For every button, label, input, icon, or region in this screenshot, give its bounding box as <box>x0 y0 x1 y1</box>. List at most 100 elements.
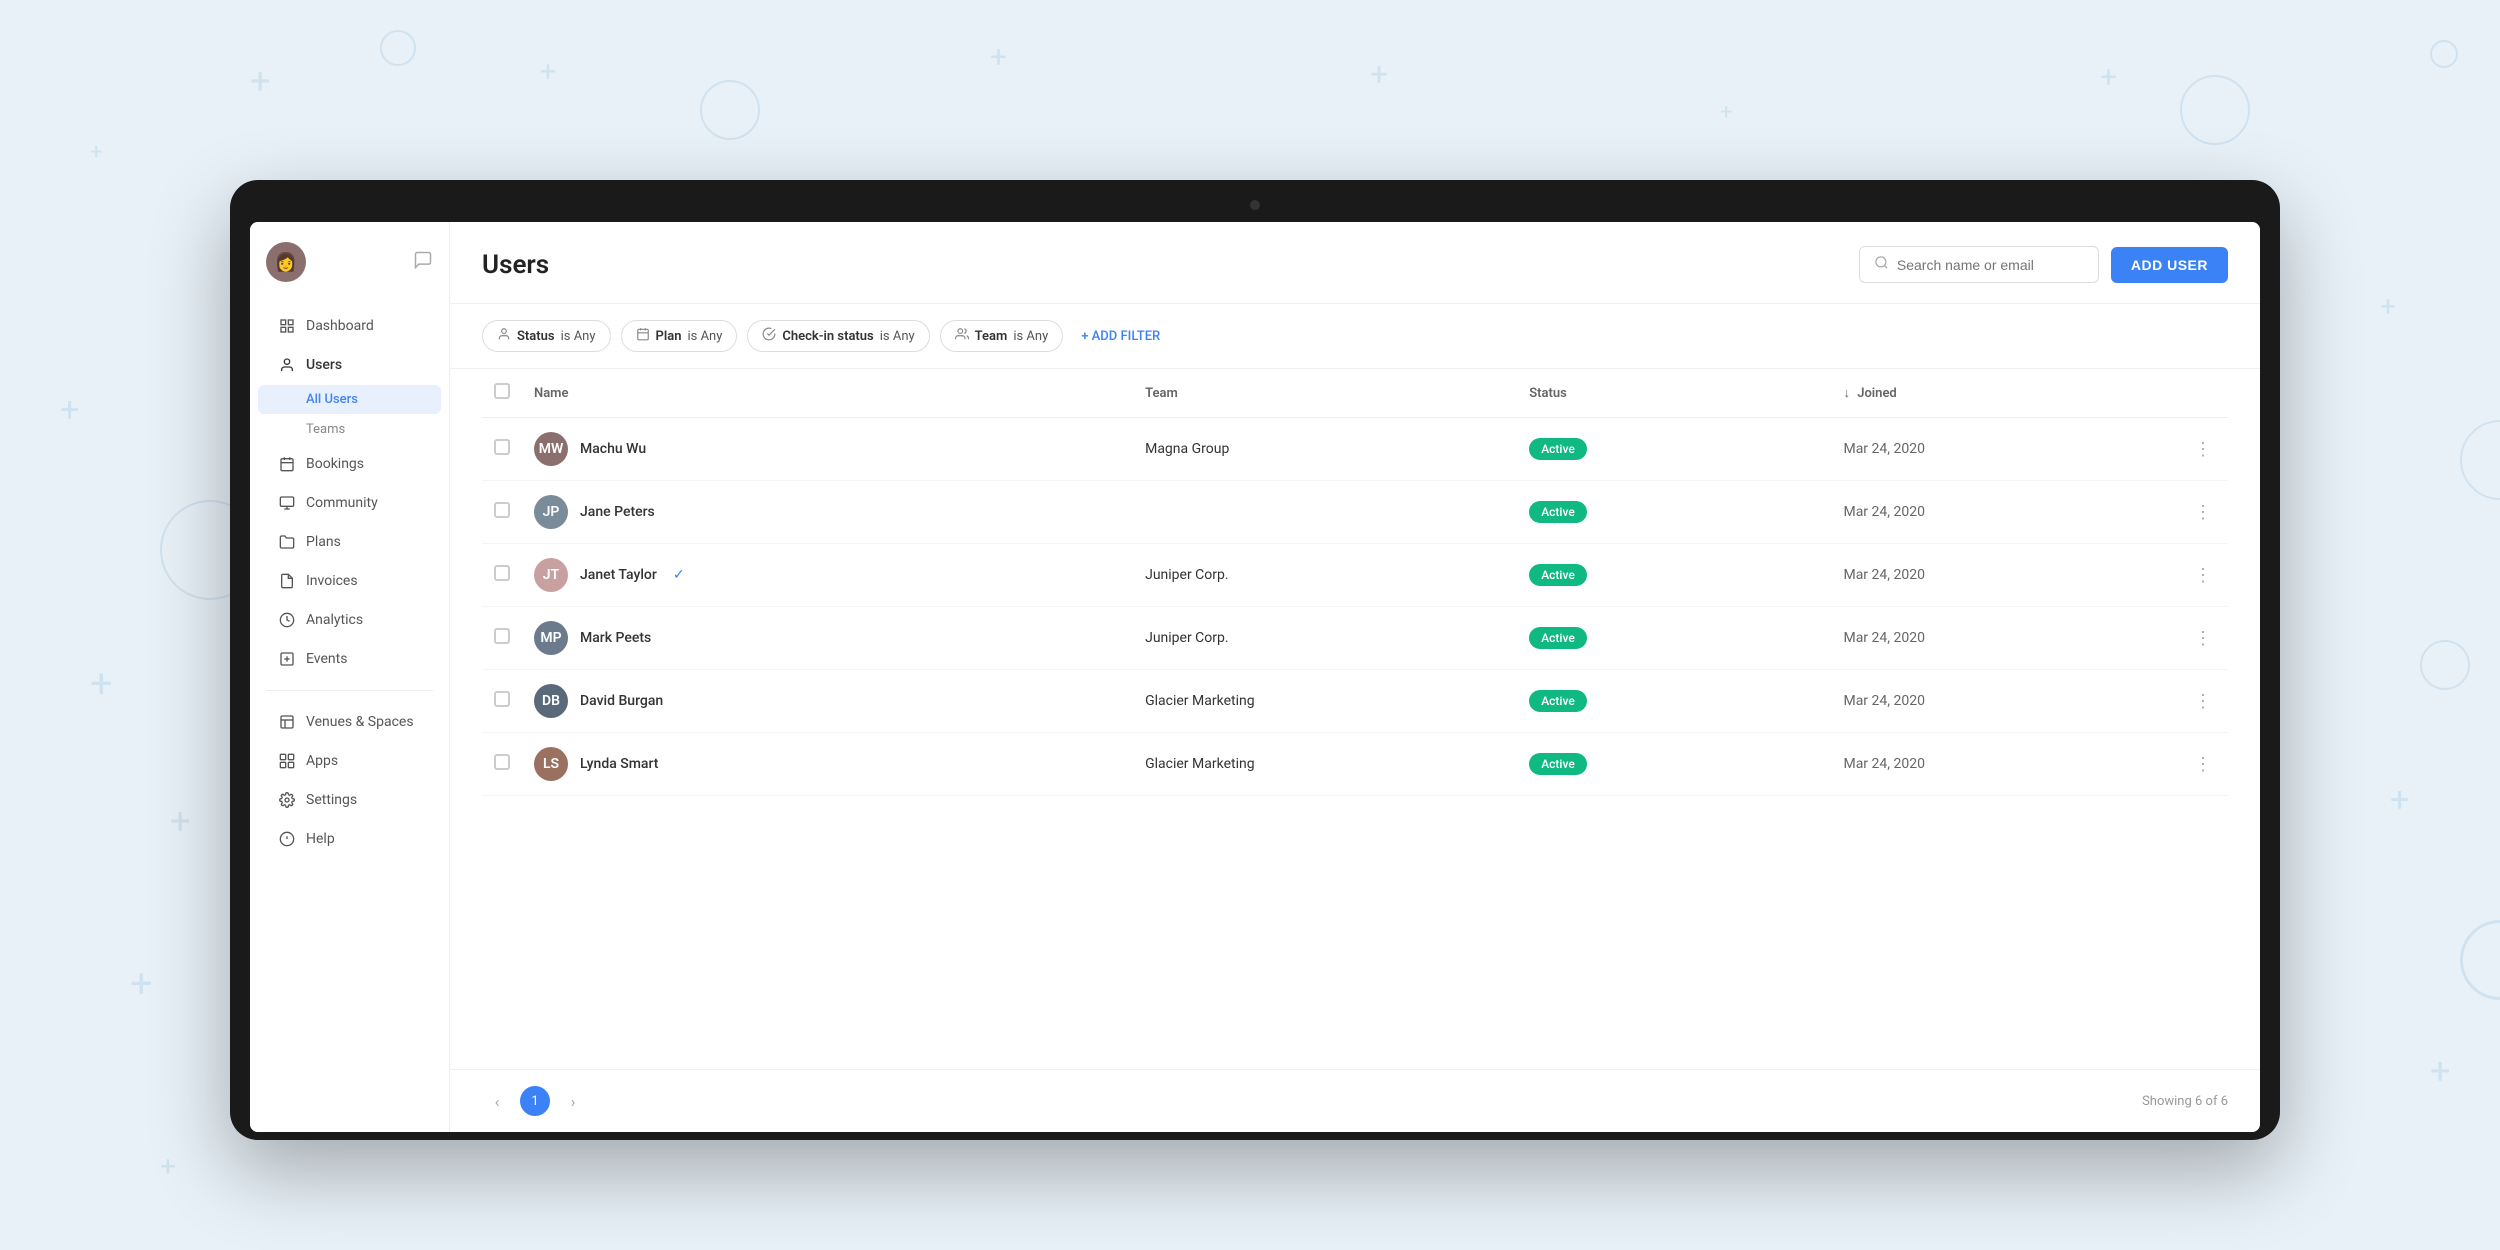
table-row: LS Lynda Smart Glacier Marketing Active … <box>482 733 2228 796</box>
users-table-container: Name Team Status ↓ Joined <box>450 369 2260 1069</box>
page-1-button[interactable]: 1 <box>520 1086 550 1116</box>
sidebar-item-plans[interactable]: Plans <box>258 523 441 561</box>
table-row: JT Janet Taylor ✓ Juniper Corp. Active M… <box>482 544 2228 607</box>
user-joined: Mar 24, 2020 <box>1831 481 2180 544</box>
status-badge: Active <box>1529 753 1587 775</box>
sidebar-item-analytics[interactable]: Analytics <box>258 601 441 639</box>
user-avatar: MP <box>534 621 568 655</box>
user-team: Glacier Marketing <box>1133 670 1517 733</box>
sidebar-divider <box>266 690 433 691</box>
row-checkbox-3[interactable] <box>494 628 510 644</box>
row-menu-button[interactable]: ⋮ <box>2193 691 2216 712</box>
layout-icon <box>278 713 296 731</box>
user-team: Glacier Marketing <box>1133 733 1517 796</box>
user-avatar: DB <box>534 684 568 718</box>
user-status: Active <box>1517 670 1831 733</box>
row-menu-button[interactable]: ⋮ <box>2193 628 2216 649</box>
page-title: Users <box>482 250 549 280</box>
row-checkbox-5[interactable] <box>494 754 510 770</box>
user-joined: Mar 24, 2020 <box>1831 607 2180 670</box>
user-joined: Mar 24, 2020 <box>1831 670 2180 733</box>
checkin-filter-value: is Any <box>880 329 915 344</box>
sidebar-item-teams[interactable]: Teams <box>258 415 441 444</box>
plan-filter-key: Plan <box>656 329 682 344</box>
select-all-checkbox[interactable] <box>494 383 510 399</box>
user-icon <box>278 356 296 374</box>
user-cell: MW Machu Wu <box>534 432 1121 466</box>
add-user-button[interactable]: ADD USER <box>2111 247 2228 283</box>
user-cell: MP Mark Peets <box>534 621 1121 655</box>
user-name: Jane Peters <box>580 504 655 520</box>
sidebar-item-community[interactable]: Community <box>258 484 441 522</box>
status-badge: Active <box>1529 438 1587 460</box>
sidebar-item-users[interactable]: Users <box>258 346 441 384</box>
row-menu-button[interactable]: ⋮ <box>2193 565 2216 586</box>
sidebar-item-help[interactable]: Help <box>258 820 441 858</box>
user-name: Machu Wu <box>580 441 646 457</box>
sidebar-label-bookings: Bookings <box>306 456 364 472</box>
user-avatar: MW <box>534 432 568 466</box>
camera-dot <box>1250 200 1260 210</box>
status-badge: Active <box>1529 501 1587 523</box>
row-checkbox-2[interactable] <box>494 565 510 581</box>
apps-icon <box>278 752 296 770</box>
plan-filter-chip[interactable]: Plan is Any <box>621 320 738 352</box>
row-checkbox-4[interactable] <box>494 691 510 707</box>
row-menu-button[interactable]: ⋮ <box>2193 439 2216 460</box>
user-team: Magna Group <box>1133 418 1517 481</box>
prev-page-button[interactable]: ‹ <box>482 1086 512 1116</box>
row-menu-button[interactable]: ⋮ <box>2193 502 2216 523</box>
avatar[interactable]: 👩 <box>266 242 306 282</box>
grid-icon <box>278 317 296 335</box>
users-table: Name Team Status ↓ Joined <box>482 369 2228 796</box>
sidebar-label-community: Community <box>306 495 378 511</box>
status-badge: Active <box>1529 690 1587 712</box>
user-cell: DB David Burgan <box>534 684 1121 718</box>
search-box[interactable] <box>1859 246 2099 283</box>
user-team: Juniper Corp. <box>1133 544 1517 607</box>
search-icon <box>1874 255 1889 274</box>
next-page-button[interactable]: › <box>558 1086 588 1116</box>
table-row: DB David Burgan Glacier Marketing Active… <box>482 670 2228 733</box>
user-cell: JP Jane Peters <box>534 495 1121 529</box>
monitor-icon <box>278 494 296 512</box>
sidebar-item-all-users[interactable]: All Users <box>258 385 441 414</box>
sidebar-item-events[interactable]: Events <box>258 640 441 678</box>
status-filter-chip[interactable]: Status is Any <box>482 320 611 352</box>
user-name: Mark Peets <box>580 630 651 646</box>
verified-badge: ✓ <box>673 567 685 583</box>
user-status: Active <box>1517 418 1831 481</box>
page-header: Users ADD USER <box>450 222 2260 304</box>
checkin-filter-chip[interactable]: Check-in status is Any <box>747 320 929 352</box>
laptop-screen: 👩 <box>250 222 2260 1132</box>
row-checkbox-0[interactable] <box>494 439 510 455</box>
folder-icon <box>278 533 296 551</box>
search-input[interactable] <box>1897 257 2084 273</box>
team-filter-key: Team <box>975 329 1008 344</box>
table-row: MW Machu Wu Magna Group Active Mar 24, 2… <box>482 418 2228 481</box>
team-filter-chip[interactable]: Team is Any <box>940 320 1064 352</box>
sidebar-item-venues[interactable]: Venues & Spaces <box>258 703 441 741</box>
sidebar-item-invoices[interactable]: Invoices <box>258 562 441 600</box>
chat-icon[interactable] <box>413 250 433 275</box>
sidebar-item-bookings[interactable]: Bookings <box>258 445 441 483</box>
sidebar-item-apps[interactable]: Apps <box>258 742 441 780</box>
header-actions: ADD USER <box>1859 246 2228 283</box>
row-menu-button[interactable]: ⋮ <box>2193 754 2216 775</box>
sidebar-label-settings: Settings <box>306 792 357 808</box>
row-checkbox-1[interactable] <box>494 502 510 518</box>
table-row: MP Mark Peets Juniper Corp. Active Mar 2… <box>482 607 2228 670</box>
sidebar-item-dashboard[interactable]: Dashboard <box>258 307 441 345</box>
sidebar-label-help: Help <box>306 831 335 847</box>
sidebar-item-settings[interactable]: Settings <box>258 781 441 819</box>
add-filter-button[interactable]: + ADD FILTER <box>1073 323 1168 350</box>
showing-text: Showing 6 of 6 <box>2142 1094 2228 1109</box>
user-joined: Mar 24, 2020 <box>1831 418 2180 481</box>
info-icon <box>278 830 296 848</box>
user-team <box>1133 481 1517 544</box>
all-users-label: All Users <box>306 392 358 407</box>
sort-icon[interactable]: ↓ <box>1843 386 1850 401</box>
user-name: David Burgan <box>580 693 663 709</box>
sidebar-label-dashboard: Dashboard <box>306 318 374 334</box>
person-icon <box>497 327 511 345</box>
